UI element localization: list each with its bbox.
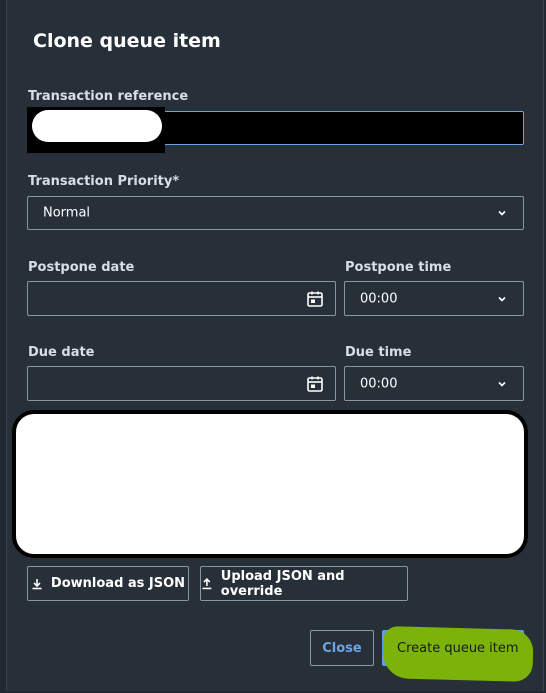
chevron-down-icon [498,381,506,387]
close-button[interactable]: Close [310,630,374,666]
postpone-date-label: Postpone date [28,260,135,275]
postpone-date-input[interactable] [27,281,336,316]
clone-queue-item-dialog: Clone queue item Transaction reference T… [6,0,544,691]
postpone-time-label: Postpone time [345,260,452,275]
transaction-priority-label: Transaction Priority* [28,174,180,189]
upload-json-label: Upload JSON and override [220,568,345,599]
create-queue-item-label: Create queue item [397,641,519,656]
transaction-priority-select[interactable]: Normal [27,196,524,230]
due-time-value: 00:00 [360,376,398,391]
download-json-button[interactable]: Download as JSON [27,566,189,601]
calendar-icon[interactable] [306,375,324,393]
dialog-title: Clone queue item [33,30,221,52]
chevron-down-icon [498,210,506,216]
priority-value: Normal [43,205,91,221]
chevron-down-icon [498,296,506,302]
upload-icon [202,577,212,589]
download-icon [32,578,42,589]
close-label: Close [322,640,362,656]
upload-json-button[interactable]: Upload JSON and override [200,566,408,601]
due-time-select[interactable]: 00:00 [344,366,524,401]
transaction-reference-label: Transaction reference [28,89,189,104]
download-json-label: Download as JSON [50,576,186,591]
due-time-label: Due time [345,345,412,360]
due-date-input[interactable] [27,366,336,401]
postpone-time-select[interactable]: 00:00 [344,281,524,316]
due-date-label: Due date [28,345,95,360]
calendar-icon[interactable] [306,290,324,308]
redaction-mark [32,110,162,142]
postpone-time-value: 00:00 [360,291,398,306]
redaction-mark [12,410,528,558]
